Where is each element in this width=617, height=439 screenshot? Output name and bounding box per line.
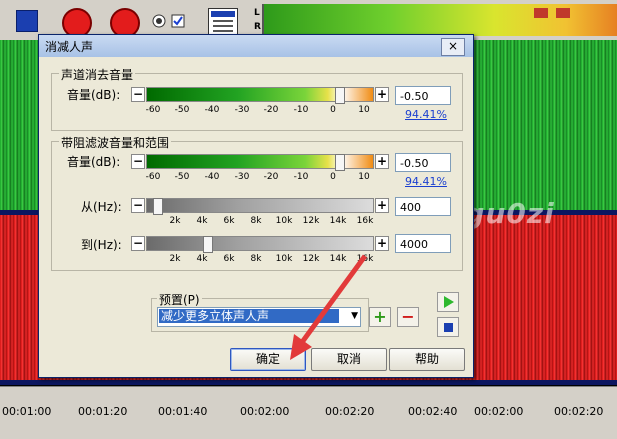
annotation-arrow-icon — [290, 254, 368, 360]
